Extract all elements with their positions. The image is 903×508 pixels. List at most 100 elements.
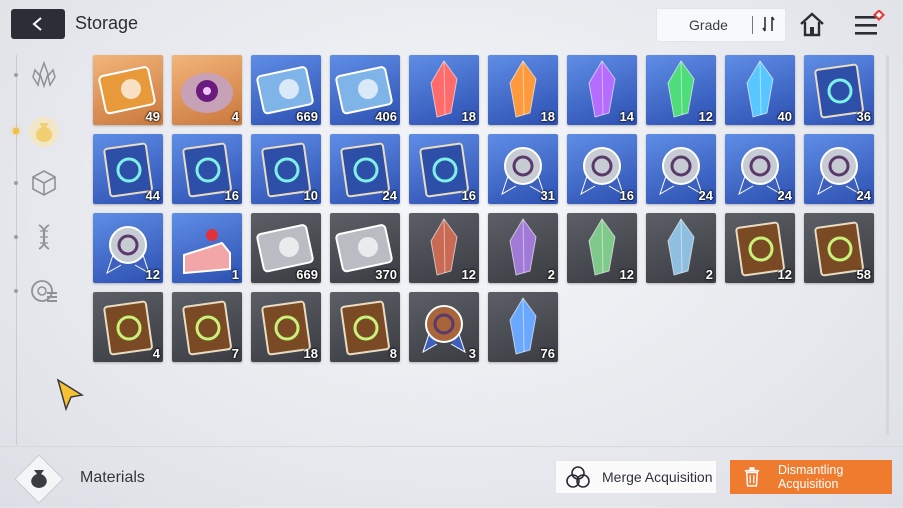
item-count: 18 bbox=[303, 346, 318, 361]
item-slot[interactable]: 76 bbox=[488, 292, 558, 362]
item-slot[interactable]: 12 bbox=[567, 213, 637, 283]
item-slot[interactable]: 31 bbox=[488, 134, 558, 204]
sort-dropdown[interactable]: Grade bbox=[656, 8, 786, 42]
item-slot[interactable]: 7 bbox=[172, 292, 242, 362]
home-icon bbox=[800, 12, 824, 37]
materials-category-icon bbox=[14, 454, 64, 504]
merge-acquisition-label: Merge Acquisition bbox=[602, 469, 713, 485]
item-count: 12 bbox=[145, 267, 160, 282]
crystal-tab[interactable] bbox=[14, 58, 61, 92]
item-count: 4 bbox=[231, 109, 239, 124]
trash-icon bbox=[744, 467, 760, 487]
item-slot[interactable]: 12 bbox=[409, 213, 479, 283]
item-slot[interactable]: 16 bbox=[567, 134, 637, 204]
menu-button[interactable] bbox=[853, 9, 885, 40]
item-count: 669 bbox=[296, 109, 318, 124]
item-slot[interactable]: 4 bbox=[93, 292, 163, 362]
item-slot[interactable]: 2 bbox=[488, 213, 558, 283]
item-slot[interactable]: 4 bbox=[172, 55, 242, 125]
dna-helix-icon bbox=[38, 224, 50, 250]
item-slot[interactable]: 40 bbox=[725, 55, 795, 125]
item-count: 58 bbox=[856, 267, 871, 282]
item-count: 18 bbox=[461, 109, 476, 124]
sidebar-rail bbox=[16, 55, 17, 445]
module-chip-icon bbox=[31, 280, 57, 302]
item-count: 16 bbox=[619, 188, 634, 203]
item-count: 24 bbox=[698, 188, 713, 203]
hamburger-menu-icon bbox=[855, 9, 885, 35]
item-count: 76 bbox=[540, 346, 555, 361]
item-count: 12 bbox=[461, 267, 476, 282]
sort-divider bbox=[752, 16, 753, 34]
crystal-cluster-icon bbox=[32, 60, 56, 89]
back-button[interactable] bbox=[11, 9, 65, 39]
home-button[interactable] bbox=[797, 10, 827, 40]
pouch-icon bbox=[29, 117, 59, 147]
back-arrow-icon bbox=[32, 17, 42, 31]
item-slot[interactable]: 12 bbox=[725, 213, 795, 283]
item-count: 1 bbox=[231, 267, 239, 282]
item-count: 49 bbox=[145, 109, 160, 124]
category-label: Materials bbox=[80, 469, 145, 486]
item-slot[interactable]: 12 bbox=[646, 55, 716, 125]
dismantling-acquisition-label: Dismantling Acquisition bbox=[777, 463, 844, 491]
sort-label: Grade bbox=[689, 17, 728, 33]
materials-tab[interactable] bbox=[13, 114, 61, 148]
item-slot[interactable]: 669 bbox=[251, 55, 321, 125]
item-count: 16 bbox=[224, 188, 239, 203]
item-slot[interactable]: 669 bbox=[251, 213, 321, 283]
item-count: 24 bbox=[382, 188, 397, 203]
item-slot[interactable]: 8 bbox=[330, 292, 400, 362]
item-count: 36 bbox=[856, 109, 871, 124]
item-count: 669 bbox=[296, 267, 318, 282]
scrollbar[interactable] bbox=[886, 55, 889, 435]
merge-circles-icon bbox=[566, 466, 590, 488]
item-slot[interactable]: 44 bbox=[93, 134, 163, 204]
item-count: 370 bbox=[375, 267, 397, 282]
dismantling-acquisition-button[interactable]: Dismantling Acquisition bbox=[730, 460, 892, 494]
item-count: 8 bbox=[389, 346, 397, 361]
item-slot[interactable]: 14 bbox=[567, 55, 637, 125]
cube-tab[interactable] bbox=[14, 166, 61, 200]
item-count: 24 bbox=[856, 188, 871, 203]
item-slot[interactable]: 2 bbox=[646, 213, 716, 283]
item-count: 12 bbox=[619, 267, 634, 282]
item-slot[interactable]: 58 bbox=[804, 213, 874, 283]
module-tab[interactable] bbox=[14, 274, 61, 308]
item-slot[interactable]: 24 bbox=[646, 134, 716, 204]
item-count: 31 bbox=[540, 188, 555, 203]
item-count: 7 bbox=[231, 346, 239, 361]
item-slot[interactable]: 36 bbox=[804, 55, 874, 125]
item-slot[interactable]: 24 bbox=[725, 134, 795, 204]
item-count: 24 bbox=[777, 188, 792, 203]
item-slot[interactable]: 10 bbox=[251, 134, 321, 204]
item-slot[interactable]: 24 bbox=[330, 134, 400, 204]
item-count: 40 bbox=[777, 109, 792, 124]
page-title: Storage bbox=[75, 13, 139, 33]
sort-order-icon[interactable] bbox=[759, 16, 779, 35]
item-slot[interactable]: 406 bbox=[330, 55, 400, 125]
cube-icon bbox=[32, 170, 56, 196]
item-count: 12 bbox=[777, 267, 792, 282]
gene-tab[interactable] bbox=[14, 220, 61, 254]
item-slot[interactable]: 18 bbox=[251, 292, 321, 362]
item-slot[interactable]: 3 bbox=[409, 292, 479, 362]
item-count: 2 bbox=[547, 267, 555, 282]
mouse-cursor-icon bbox=[56, 378, 85, 412]
item-slot[interactable]: 12 bbox=[93, 213, 163, 283]
item-slot[interactable]: 18 bbox=[488, 55, 558, 125]
item-slot[interactable]: 49 bbox=[93, 55, 163, 125]
item-count: 44 bbox=[145, 188, 160, 203]
item-count: 3 bbox=[468, 346, 476, 361]
item-slot[interactable]: 16 bbox=[409, 134, 479, 204]
item-slot[interactable]: 16 bbox=[172, 134, 242, 204]
item-slot[interactable]: 24 bbox=[804, 134, 874, 204]
item-count: 2 bbox=[705, 267, 713, 282]
item-slot[interactable]: 370 bbox=[330, 213, 400, 283]
item-count: 12 bbox=[698, 109, 713, 124]
item-count: 10 bbox=[303, 188, 318, 203]
item-slot[interactable]: 18 bbox=[409, 55, 479, 125]
merge-acquisition-button[interactable]: Merge Acquisition bbox=[555, 460, 717, 494]
item-slot[interactable]: 1 bbox=[172, 213, 242, 283]
item-count: 18 bbox=[540, 109, 555, 124]
